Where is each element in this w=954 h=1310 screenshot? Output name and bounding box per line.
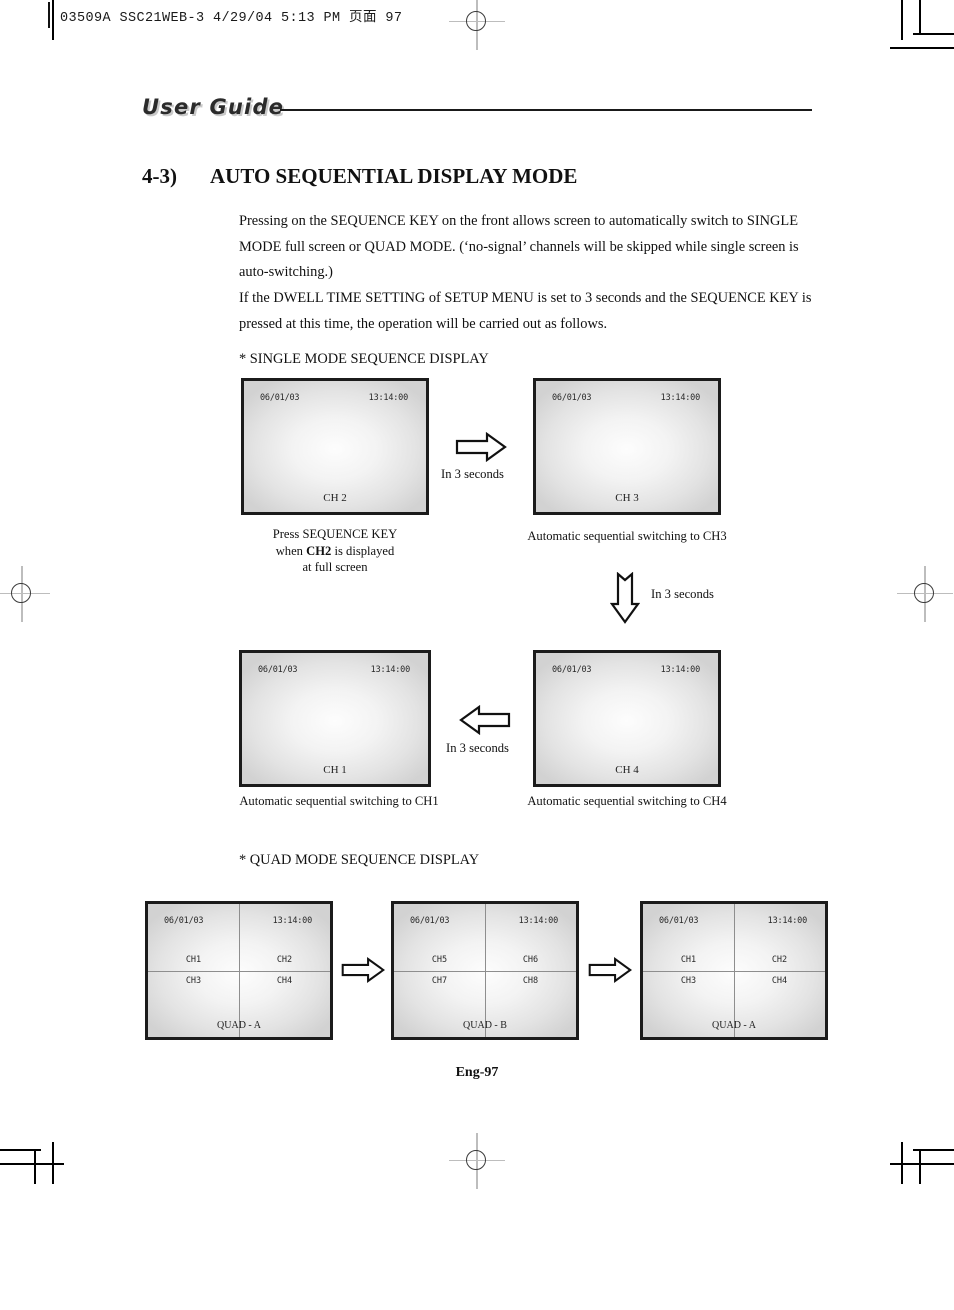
user-guide-logo-text: User Guide	[142, 95, 285, 119]
quad-cell-top-left: CH5	[431, 954, 448, 965]
osd-time: 13:14:00	[660, 393, 701, 403]
caption-ch2-line3: at full screen	[302, 560, 368, 574]
crop-mark-top-right-horizontal-upper	[913, 33, 954, 35]
crop-mark-top-right-vertical-inner	[919, 0, 921, 34]
registration-mark-top	[449, 0, 505, 50]
crop-mark-bottom-left-vertical-inner	[34, 1150, 36, 1184]
caption-ch1: Automatic sequential switching to CH1	[239, 794, 439, 808]
dwell-time-paragraph: If the DWELL TIME SETTING of SETUP MENU …	[239, 290, 812, 332]
caption-ch2-bold: CH2	[306, 543, 332, 558]
monitor-screen-ch3: 06/01/03 13:14:00 CH 3	[533, 378, 721, 515]
section-title: AUTO SEQUENTIAL DISPLAY MODE	[210, 164, 578, 188]
quad-cell-top-right: CH2	[771, 954, 788, 965]
quad-screen-a-first: 06/01/03 13:14:00 CH1 CH2 CH3 CH4 QUAD -…	[145, 901, 333, 1040]
registration-mark-left	[0, 566, 50, 622]
quad-cell-top-right: CH6	[522, 954, 539, 965]
monitor-screen-ch4: 06/01/03 13:14:00 CH 4	[533, 650, 721, 787]
crop-mark-bottom-left-horizontal-lower	[0, 1163, 64, 1165]
quad-mode-section-label: * QUAD MODE SEQUENCE DISPLAY	[239, 852, 480, 868]
registration-circle	[11, 583, 31, 603]
scan-header-rule	[48, 2, 50, 28]
crop-mark-top-right-vertical-outer	[901, 0, 903, 40]
osd-date: 06/01/03	[552, 393, 592, 403]
caption-ch2: Press SEQUENCE KEY when CH2 is displayed…	[241, 526, 429, 576]
osd-time: 13:14:00	[660, 665, 701, 675]
crop-mark-bottom-left-horizontal-upper	[0, 1149, 41, 1151]
monitor-screen-ch2: 06/01/03 13:14:00 CH 2	[241, 378, 429, 515]
crop-mark-top-right-horizontal-lower	[890, 47, 954, 49]
osd-date: 06/01/03	[258, 665, 298, 675]
crop-mark-top-left-vertical	[52, 0, 54, 40]
intro-paragraph: Pressing on the SEQUENCE KEY on the fron…	[239, 213, 799, 281]
caption-ch4: Automatic sequential switching to CH4	[527, 794, 727, 808]
arrow-down-middle-label: In 3 seconds	[651, 587, 714, 601]
osd-channel-label: CH 1	[323, 764, 347, 776]
single-mode-section-label: * SINGLE MODE SEQUENCE DISPLAY	[239, 351, 489, 367]
caption-ch2-line1: Press SEQUENCE KEY	[272, 527, 398, 541]
page-title: 4-3) AUTO SEQUENTIAL DISPLAY MODE	[142, 164, 842, 189]
user-guide-banner: User Guide	[142, 95, 812, 129]
registration-mark-right	[897, 566, 953, 622]
caption-ch2-line2-post: is displayed	[331, 543, 395, 558]
crop-mark-bottom-right-horizontal-upper	[913, 1149, 954, 1151]
caption-ch3: Automatic sequential switching to CH3	[527, 529, 727, 543]
osd-channel-label: CH 4	[615, 764, 639, 776]
registration-circle	[466, 1150, 486, 1170]
registration-circle	[914, 583, 934, 603]
osd-channel-label: CH 3	[615, 492, 639, 504]
quad-cell-top-left: CH1	[185, 954, 202, 965]
osd-channel-label: CH 2	[323, 492, 347, 504]
scan-header-text: 03509A SSC21WEB-3 4/29/04 5:13 PM 页面 97	[60, 11, 403, 26]
quad-screen-b: 06/01/03 13:14:00 CH5 CH6 CH7 CH8 QUAD -…	[391, 901, 579, 1040]
arrow-down-middle	[610, 572, 640, 624]
arrow-left-bottom-label: In 3 seconds	[446, 741, 509, 755]
quad-cell-top-right: CH2	[276, 954, 293, 965]
monitor-screen-ch1: 06/01/03 13:14:00 CH 1	[239, 650, 431, 787]
caption-ch2-line2-pre: when	[275, 543, 307, 558]
quad-mode-label: QUAD - A	[712, 1020, 756, 1031]
page-footer: Eng-97	[455, 1065, 499, 1080]
caption-ch2-line2: when CH2 is displayed	[241, 543, 429, 560]
crop-mark-bottom-right-horizontal-lower	[890, 1163, 954, 1165]
registration-mark-bottom	[449, 1133, 505, 1189]
arrow-right-quad-2	[588, 957, 632, 983]
quad-screen-a-second: 06/01/03 13:14:00 CH1 CH2 CH3 CH4 QUAD -…	[640, 901, 828, 1040]
arrow-right-top	[455, 432, 507, 462]
quad-cell-top-left: CH1	[680, 954, 697, 965]
osd-time: 13:14:00	[370, 665, 411, 675]
arrow-right-quad-1	[341, 957, 385, 983]
osd-date: 06/01/03	[260, 393, 300, 403]
banner-divider-rule	[280, 109, 812, 111]
arrow-right-top-label: In 3 seconds	[441, 467, 504, 481]
osd-date: 06/01/03	[552, 665, 592, 675]
registration-circle	[466, 11, 486, 31]
quad-mode-label: QUAD - B	[463, 1020, 507, 1031]
quad-mode-label: QUAD - A	[217, 1020, 261, 1031]
osd-time: 13:14:00	[368, 393, 409, 403]
section-number: 4-3)	[142, 164, 177, 188]
arrow-left-bottom	[459, 705, 511, 735]
crop-mark-bottom-right-vertical-inner	[919, 1150, 921, 1184]
